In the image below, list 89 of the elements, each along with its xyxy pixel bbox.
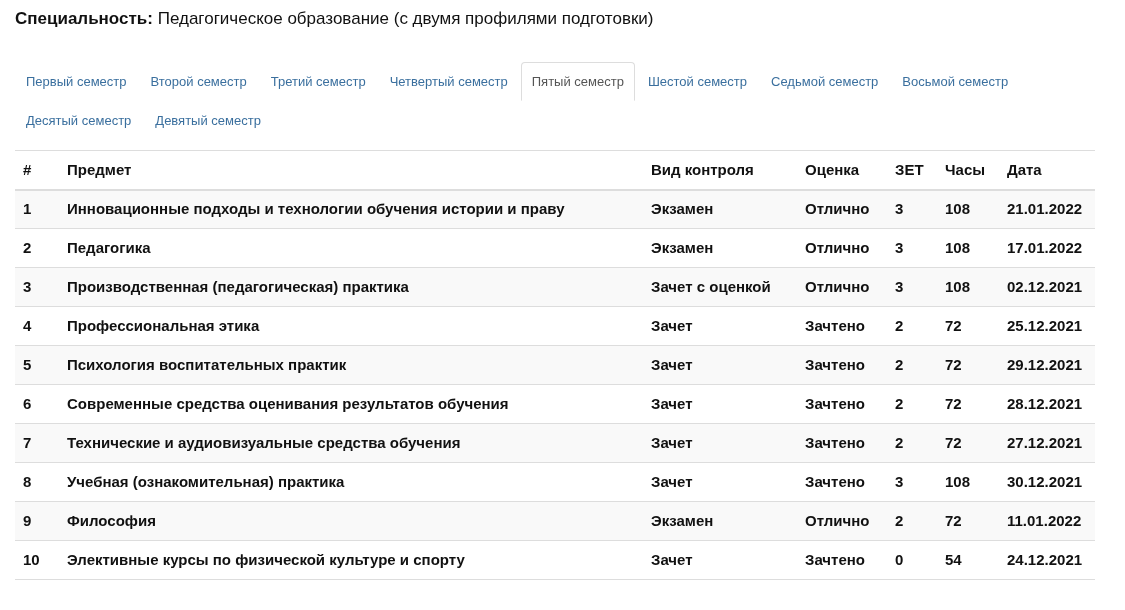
table-cell: 6 [15, 384, 59, 424]
table-cell: Учебная (ознакомительная) практика [59, 462, 643, 502]
table-cell: 29.12.2021 [999, 345, 1095, 385]
column-header: Предмет [59, 150, 643, 190]
table-cell: 30.12.2021 [999, 462, 1095, 502]
table-cell: 28.12.2021 [999, 384, 1095, 424]
table-cell: Педагогика [59, 228, 643, 268]
table-cell: 54 [937, 540, 999, 580]
table-cell: Экзамен [643, 501, 797, 541]
table-cell: Зачет [643, 540, 797, 580]
table-cell: Психология воспитательных практик [59, 345, 643, 385]
table-cell: Элективные курсы по физической культуре и спорту [59, 540, 643, 580]
semester-tab[interactable]: Пятый семестр [520, 62, 635, 101]
table-cell: Зачет [643, 345, 797, 385]
table-cell: Технические и аудиовизуальные средства обучения [59, 423, 643, 463]
semester-tab[interactable]: Девятый семестр [144, 101, 272, 140]
table-cell: Зачтено [797, 345, 887, 385]
table-cell: Зачтено [797, 384, 887, 424]
table-cell: Зачет [643, 306, 797, 346]
table-cell: 8 [15, 462, 59, 502]
table-cell: Отлично [797, 501, 887, 541]
semester-tab[interactable]: Десятый семестр [15, 101, 143, 140]
table-cell: Отлично [797, 228, 887, 268]
table-cell: 24.12.2021 [999, 540, 1095, 580]
table-cell: Зачет с оценкой [643, 267, 797, 307]
specialty-value: Педагогическое образование (с двумя профилями подготовки) [157, 9, 654, 28]
column-header: # [15, 150, 59, 190]
table-cell: Производственная (педагогическая) практика [59, 267, 643, 307]
table-cell: 4 [15, 306, 59, 346]
table-cell: 1 [15, 189, 59, 229]
specialty-label: Специальность: [15, 9, 153, 28]
table-cell: 27.12.2021 [999, 423, 1095, 463]
table-cell: Отлично [797, 189, 887, 229]
table-cell: 3 [887, 267, 937, 307]
table-cell: 2 [887, 306, 937, 346]
table-cell: 2 [15, 228, 59, 268]
column-header: Вид контроля [643, 150, 797, 190]
table-cell: Зачтено [797, 462, 887, 502]
table-cell: 108 [937, 462, 999, 502]
table-cell: 11.01.2022 [999, 501, 1095, 541]
table-cell: 2 [887, 345, 937, 385]
table-cell: Профессиональная этика [59, 306, 643, 346]
table-cell: 21.01.2022 [999, 189, 1095, 229]
table-cell: 72 [937, 501, 999, 541]
semester-tab[interactable]: Первый семестр [15, 62, 138, 101]
table-cell: 2 [887, 423, 937, 463]
table-cell: Экзамен [643, 228, 797, 268]
table-cell: 2 [887, 384, 937, 424]
table-cell: 0 [887, 540, 937, 580]
table-cell: 3 [15, 267, 59, 307]
table-cell: Зачет [643, 423, 797, 463]
table-cell: Инновационные подходы и технологии обучения истории и праву [59, 189, 643, 229]
table-cell: 72 [937, 306, 999, 346]
table-cell: 25.12.2021 [999, 306, 1095, 346]
table-cell: 3 [887, 228, 937, 268]
table-cell: Отлично [797, 267, 887, 307]
table-cell: 5 [15, 345, 59, 385]
table-cell: Зачет [643, 384, 797, 424]
column-header: ЗЕТ [887, 150, 937, 190]
table-cell: 72 [937, 345, 999, 385]
table-cell: 108 [937, 267, 999, 307]
table-cell: 3 [887, 462, 937, 502]
semester-tab[interactable]: Восьмой семестр [891, 62, 1020, 101]
table-cell: 108 [937, 228, 999, 268]
table-cell: Зачтено [797, 423, 887, 463]
table-cell: 72 [937, 423, 999, 463]
table-cell: Экзамен [643, 189, 797, 229]
semester-tab[interactable]: Седьмой семестр [760, 62, 890, 101]
table-cell: 108 [937, 189, 999, 229]
column-header: Дата [999, 150, 1095, 190]
column-header: Часы [937, 150, 999, 190]
column-header: Оценка [797, 150, 887, 190]
table-cell: Зачтено [797, 540, 887, 580]
table-cell: 9 [15, 501, 59, 541]
table-cell: 7 [15, 423, 59, 463]
table-cell: Зачтено [797, 306, 887, 346]
table-cell: 17.01.2022 [999, 228, 1095, 268]
table-cell: Современные средства оценивания результатов обучения [59, 384, 643, 424]
semester-tab[interactable]: Второй семестр [139, 62, 258, 101]
semester-tab[interactable]: Третий семестр [259, 62, 377, 101]
table-cell: 2 [887, 501, 937, 541]
table-cell: 72 [937, 384, 999, 424]
table-cell: 10 [15, 540, 59, 580]
table-cell: 3 [887, 189, 937, 229]
table-cell: Философия [59, 501, 643, 541]
semester-tab[interactable]: Четвертый семестр [378, 62, 519, 101]
table-cell: 02.12.2021 [999, 267, 1095, 307]
semester-tab[interactable]: Шестой семестр [636, 62, 759, 101]
table-cell: Зачет [643, 462, 797, 502]
